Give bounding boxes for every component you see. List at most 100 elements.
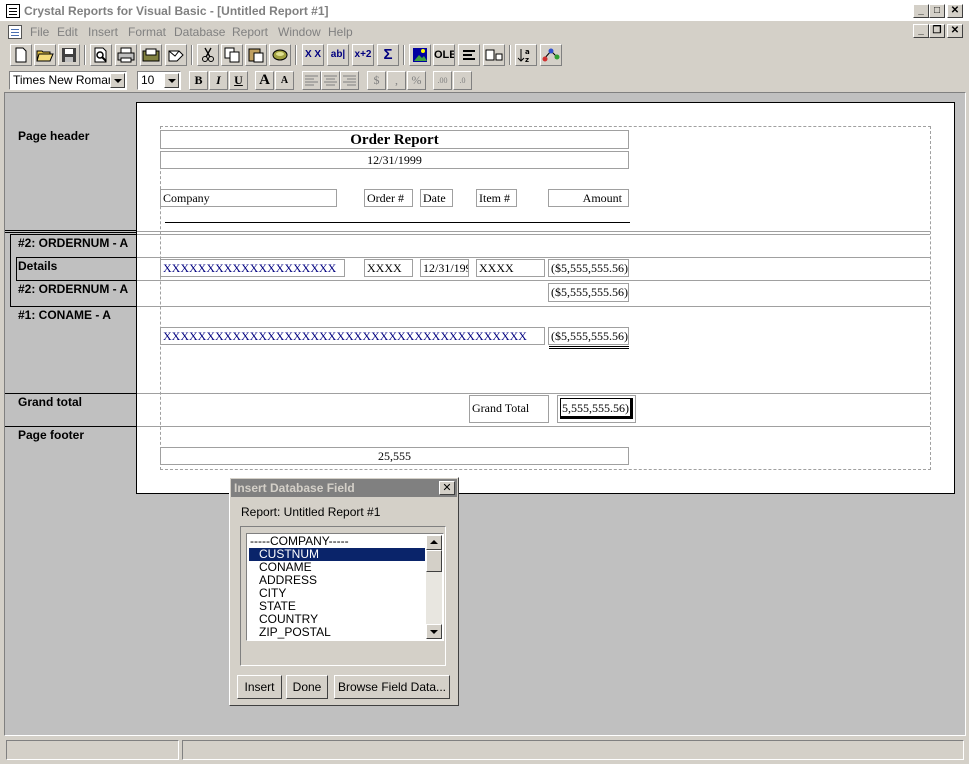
comma-button[interactable]: , bbox=[387, 71, 406, 90]
listbox-scrollbar[interactable] bbox=[426, 535, 442, 639]
grand-total-label[interactable]: Grand Total bbox=[469, 395, 549, 423]
section-divider bbox=[137, 234, 930, 235]
insert-picture-icon[interactable] bbox=[409, 44, 431, 66]
maximize-button[interactable]: □ bbox=[929, 4, 945, 18]
font-name-combo[interactable]: Times New Roman bbox=[9, 71, 127, 90]
insert-ole-icon[interactable]: OLE bbox=[433, 44, 455, 66]
section-grand-total[interactable]: Grand total bbox=[18, 395, 82, 409]
menu-insert[interactable]: Insert bbox=[88, 25, 118, 39]
menu-format[interactable]: Format bbox=[128, 25, 166, 39]
svg-text:z: z bbox=[525, 56, 529, 63]
doc-close-button[interactable]: ✕ bbox=[947, 24, 963, 38]
section-divider bbox=[137, 426, 930, 427]
double-underline bbox=[549, 346, 629, 347]
section-page-footer[interactable]: Page footer bbox=[18, 428, 84, 442]
new-icon[interactable] bbox=[10, 44, 32, 66]
sort-icon[interactable]: az bbox=[515, 44, 537, 66]
report-title-field[interactable]: Order Report bbox=[160, 130, 629, 149]
select-records-icon[interactable] bbox=[540, 44, 562, 66]
align-right-icon[interactable] bbox=[340, 71, 359, 90]
format-toolbar: Times New Roman 10 B I U A A $ , % .00 .… bbox=[0, 68, 969, 92]
group1-name-field[interactable]: XXXXXXXXXXXXXXXXXXXXXXXXXXXXXXXXXXXXXXXX… bbox=[160, 327, 545, 345]
align-left-icon[interactable] bbox=[302, 71, 321, 90]
currency-button[interactable]: $ bbox=[367, 71, 386, 90]
save-icon[interactable] bbox=[58, 44, 80, 66]
shrink-font-button[interactable]: A bbox=[275, 71, 294, 90]
print-icon[interactable] bbox=[115, 44, 137, 66]
bold-button[interactable]: B bbox=[189, 71, 208, 90]
percent-button[interactable]: % bbox=[407, 71, 426, 90]
menu-report[interactable]: Report bbox=[232, 25, 268, 39]
section-divider bbox=[137, 257, 930, 258]
detail-order-field[interactable]: XXXX bbox=[364, 259, 413, 277]
scroll-thumb[interactable] bbox=[426, 550, 442, 572]
scroll-up-icon[interactable] bbox=[426, 535, 442, 550]
add-decimal-button[interactable]: .00 bbox=[433, 71, 452, 90]
done-button[interactable]: Done bbox=[286, 675, 328, 699]
insert-button[interactable]: Insert bbox=[237, 675, 282, 699]
menu-database[interactable]: Database bbox=[174, 25, 225, 39]
grand-total-box[interactable]: 5,555,555.56) bbox=[557, 395, 636, 423]
group1-sum-field[interactable]: ($5,555,555.56) bbox=[548, 327, 629, 345]
menu-window[interactable]: Window bbox=[278, 25, 321, 39]
col-header-item[interactable]: Item # bbox=[476, 189, 517, 207]
toolbar-separator bbox=[191, 45, 193, 65]
scroll-down-icon[interactable] bbox=[426, 624, 442, 639]
col-header-company[interactable]: Company bbox=[160, 189, 337, 207]
underline-button[interactable]: U bbox=[229, 71, 248, 90]
italic-button[interactable]: I bbox=[209, 71, 228, 90]
detail-company-field[interactable]: XXXXXXXXXXXXXXXXXXXX bbox=[160, 259, 345, 277]
chevron-down-icon[interactable] bbox=[110, 73, 125, 88]
chevron-down-icon[interactable] bbox=[164, 73, 179, 88]
insert-formula-icon[interactable]: x+2 bbox=[352, 44, 374, 66]
list-item[interactable]: ZIP_POSTAL bbox=[249, 626, 425, 639]
doc-restore-button[interactable]: ❐ bbox=[929, 24, 945, 38]
section-divider bbox=[5, 393, 136, 394]
status-panel-right bbox=[182, 740, 964, 760]
svg-text:a: a bbox=[525, 48, 530, 56]
app-icon[interactable] bbox=[6, 4, 20, 18]
browse-field-data-button[interactable]: Browse Field Data... bbox=[334, 675, 450, 699]
col-header-order[interactable]: Order # bbox=[364, 189, 413, 207]
align-center-icon[interactable] bbox=[321, 71, 340, 90]
col-header-date[interactable]: Date bbox=[420, 189, 453, 207]
detail-amount-field[interactable]: ($5,555,555.56) bbox=[548, 259, 629, 277]
mail-icon[interactable] bbox=[165, 44, 187, 66]
insert-summary-icon[interactable]: Σ bbox=[377, 44, 399, 66]
cut-icon[interactable] bbox=[197, 44, 219, 66]
format-painter-icon[interactable] bbox=[269, 44, 291, 66]
insert-box-icon[interactable] bbox=[483, 44, 505, 66]
status-panel-left bbox=[6, 740, 179, 760]
open-icon[interactable] bbox=[34, 44, 56, 66]
section-group1-footer[interactable]: #1: CONAME - A bbox=[18, 308, 111, 322]
section-page-header[interactable]: Page header bbox=[18, 129, 89, 143]
group2-sum-field[interactable]: ($5,555,555.56) bbox=[548, 283, 629, 302]
close-button[interactable]: ✕ bbox=[947, 4, 963, 18]
insert-text-object-icon[interactable]: ab| bbox=[327, 44, 349, 66]
paste-icon[interactable] bbox=[245, 44, 267, 66]
print-date-field[interactable]: 12/31/1999 bbox=[160, 151, 629, 169]
field-listbox[interactable]: -----COMPANY----- CUSTNUM CONAME ADDRESS… bbox=[246, 533, 444, 641]
export-icon[interactable] bbox=[140, 44, 162, 66]
copy-icon[interactable] bbox=[221, 44, 243, 66]
grow-font-button[interactable]: A bbox=[255, 71, 274, 90]
close-icon[interactable]: ✕ bbox=[439, 481, 455, 495]
menu-file[interactable]: File bbox=[30, 25, 49, 39]
font-size-combo[interactable]: 10 bbox=[137, 71, 181, 90]
toolbar-separator bbox=[295, 45, 297, 65]
menu-edit[interactable]: Edit bbox=[57, 25, 78, 39]
window-title: Crystal Reports for Visual Basic - [Unti… bbox=[24, 4, 329, 18]
page-number-field[interactable]: 25,555 bbox=[160, 447, 629, 465]
minimize-button[interactable]: _ bbox=[913, 4, 929, 18]
detail-item-field[interactable]: XXXX bbox=[476, 259, 545, 277]
col-header-amount[interactable]: Amount bbox=[548, 189, 629, 207]
remove-decimal-button[interactable]: .0 bbox=[453, 71, 472, 90]
doc-minimize-button[interactable]: _ bbox=[913, 24, 929, 38]
insert-database-field-icon[interactable]: X X bbox=[302, 44, 324, 66]
insert-line-icon[interactable] bbox=[458, 44, 480, 66]
document-icon[interactable] bbox=[8, 25, 22, 39]
detail-date-field[interactable]: 12/31/1999 bbox=[420, 259, 469, 277]
menu-help[interactable]: Help bbox=[328, 25, 353, 39]
section-divider bbox=[137, 280, 930, 281]
print-preview-icon[interactable] bbox=[90, 44, 112, 66]
